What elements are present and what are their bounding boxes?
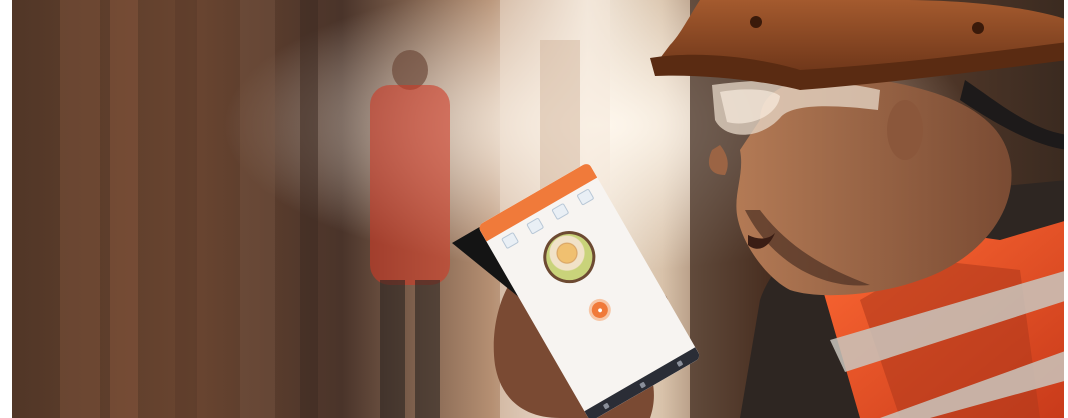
calendar-icon[interactable] xyxy=(525,217,544,235)
avatar xyxy=(533,221,605,293)
photo: ● xyxy=(0,0,1068,418)
home-icon[interactable] xyxy=(639,381,647,388)
document-icon[interactable] xyxy=(500,232,519,250)
back-icon[interactable] xyxy=(602,402,610,410)
right-border xyxy=(1064,0,1068,418)
microphone-icon[interactable]: ● xyxy=(584,294,615,325)
recents-icon[interactable] xyxy=(676,359,684,367)
settings-icon[interactable] xyxy=(575,188,595,206)
chart-icon[interactable] xyxy=(550,203,569,221)
left-border xyxy=(0,0,12,418)
